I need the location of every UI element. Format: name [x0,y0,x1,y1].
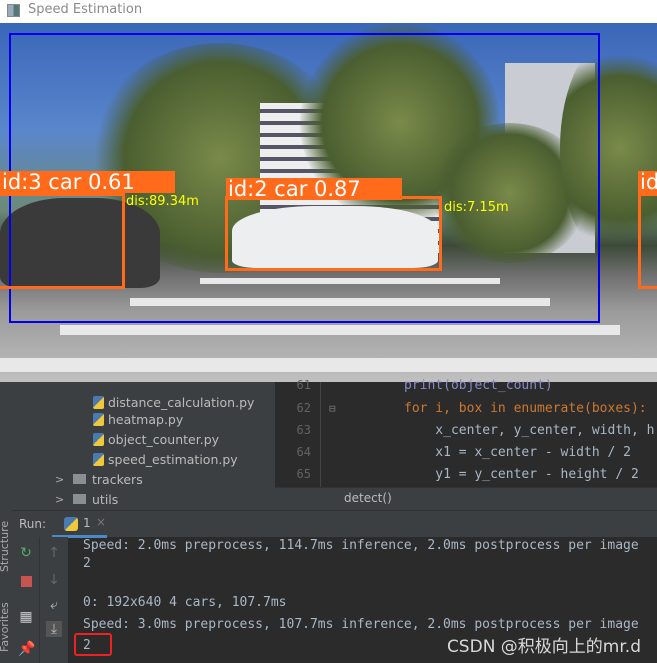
line-number: 63 [296,423,311,437]
crosswalk-stripe [0,358,657,372]
run-toolbar-2: ↑ ↓ ⤶ ⤓ [40,537,68,663]
gutter-divider [320,382,321,487]
run-header: Run: 1 × [12,510,657,538]
file-name: speed_estimation.py [108,451,238,467]
line-number: 61 [296,378,311,392]
python-file-icon [93,452,104,466]
console-line: Speed: 2.0ms preprocess, 114.7ms inferen… [83,538,639,553]
code-line: x1 = x_center - width / 2 [404,445,631,460]
app-icon [7,4,20,17]
line-number: 65 [296,467,311,481]
window-titlebar: Speed Estimation [0,0,657,23]
rerun-icon[interactable]: ↻ [18,545,34,561]
crosswalk-stripe [60,325,620,335]
detection-label: id [638,171,657,193]
favorites-tab[interactable]: Favorites [0,602,11,652]
window-title: Speed Estimation [28,2,143,17]
code-line: for i, box in enumerate(boxes): [404,401,647,416]
console-line: 2 [83,556,91,571]
detection-box [0,193,125,289]
line-number: 62 [296,401,311,415]
chevron-right-icon[interactable]: > [55,473,73,486]
highlight-box [74,633,112,656]
folder-item[interactable]: > trackers [55,469,143,489]
up-arrow-icon[interactable]: ↑ [46,545,62,561]
code-editor[interactable]: 61 62 63 64 65 ⊟ print(object_count) for… [275,378,657,487]
run-tab[interactable]: 1 [83,516,91,530]
tool-window-strip: Structure Favorites [0,510,12,663]
python-icon [64,517,78,531]
layout-icon[interactable]: ▦ [18,609,34,625]
structure-tab[interactable]: Structure [0,521,11,572]
run-label: Run: [19,517,47,531]
folder-icon [73,494,86,504]
pin-icon[interactable]: 📌 [18,641,35,657]
detection-label: id:2 car 0.87 [226,178,402,200]
detection-box [638,193,657,289]
distance-label: dis:7.15m [444,200,509,215]
code-line: x_center, y_center, width, h [404,423,655,438]
python-file-icon [93,395,104,409]
file-name: distance_calculation.py [108,394,255,410]
folder-name: utils [92,491,119,507]
folder-icon [73,474,86,484]
file-name: heatmap.py [108,411,184,427]
soft-wrap-icon[interactable]: ⤶ [46,597,62,613]
detection-box [225,196,442,271]
file-item[interactable]: speed_estimation.py [93,449,238,469]
breadcrumb-item[interactable]: detect() [344,491,392,505]
folder-name: trackers [92,471,143,487]
console-line: Speed: 3.0ms preprocess, 107.7ms inferen… [83,617,639,632]
console-line: 0: 192x640 4 cars, 107.7ms [83,595,287,610]
file-item[interactable]: object_counter.py [93,429,219,449]
video-frame: id:3 car 0.61 dis:89.34m id:2 car 0.87 d… [0,23,657,382]
fold-icon[interactable]: ⊟ [329,402,336,415]
run-toolbar: ↻ ▦ 📌 [12,537,40,663]
project-tree: distance_calculation.py heatmap.py objec… [0,382,275,510]
scroll-to-end-icon[interactable]: ⤓ [46,621,62,637]
breadcrumb[interactable]: detect() [275,487,657,510]
close-tab-icon[interactable]: × [96,515,106,529]
file-item[interactable]: heatmap.py [93,409,183,429]
distance-label: dis:89.34m [126,194,199,209]
python-file-icon [93,432,104,446]
code-line: y1 = y_center - height / 2 [404,467,639,482]
down-arrow-icon[interactable]: ↓ [46,572,62,588]
python-file-icon [93,412,104,426]
line-number: 64 [296,445,311,459]
code-line: print(object_count) [404,378,553,393]
chevron-right-icon[interactable]: > [55,493,73,506]
file-name: object_counter.py [108,431,220,447]
stop-icon[interactable] [20,576,32,587]
folder-item[interactable]: > utils [55,489,118,509]
detection-label: id:3 car 0.61 [0,171,175,193]
watermark: CSDN @积极向上的mr.d [446,637,641,657]
